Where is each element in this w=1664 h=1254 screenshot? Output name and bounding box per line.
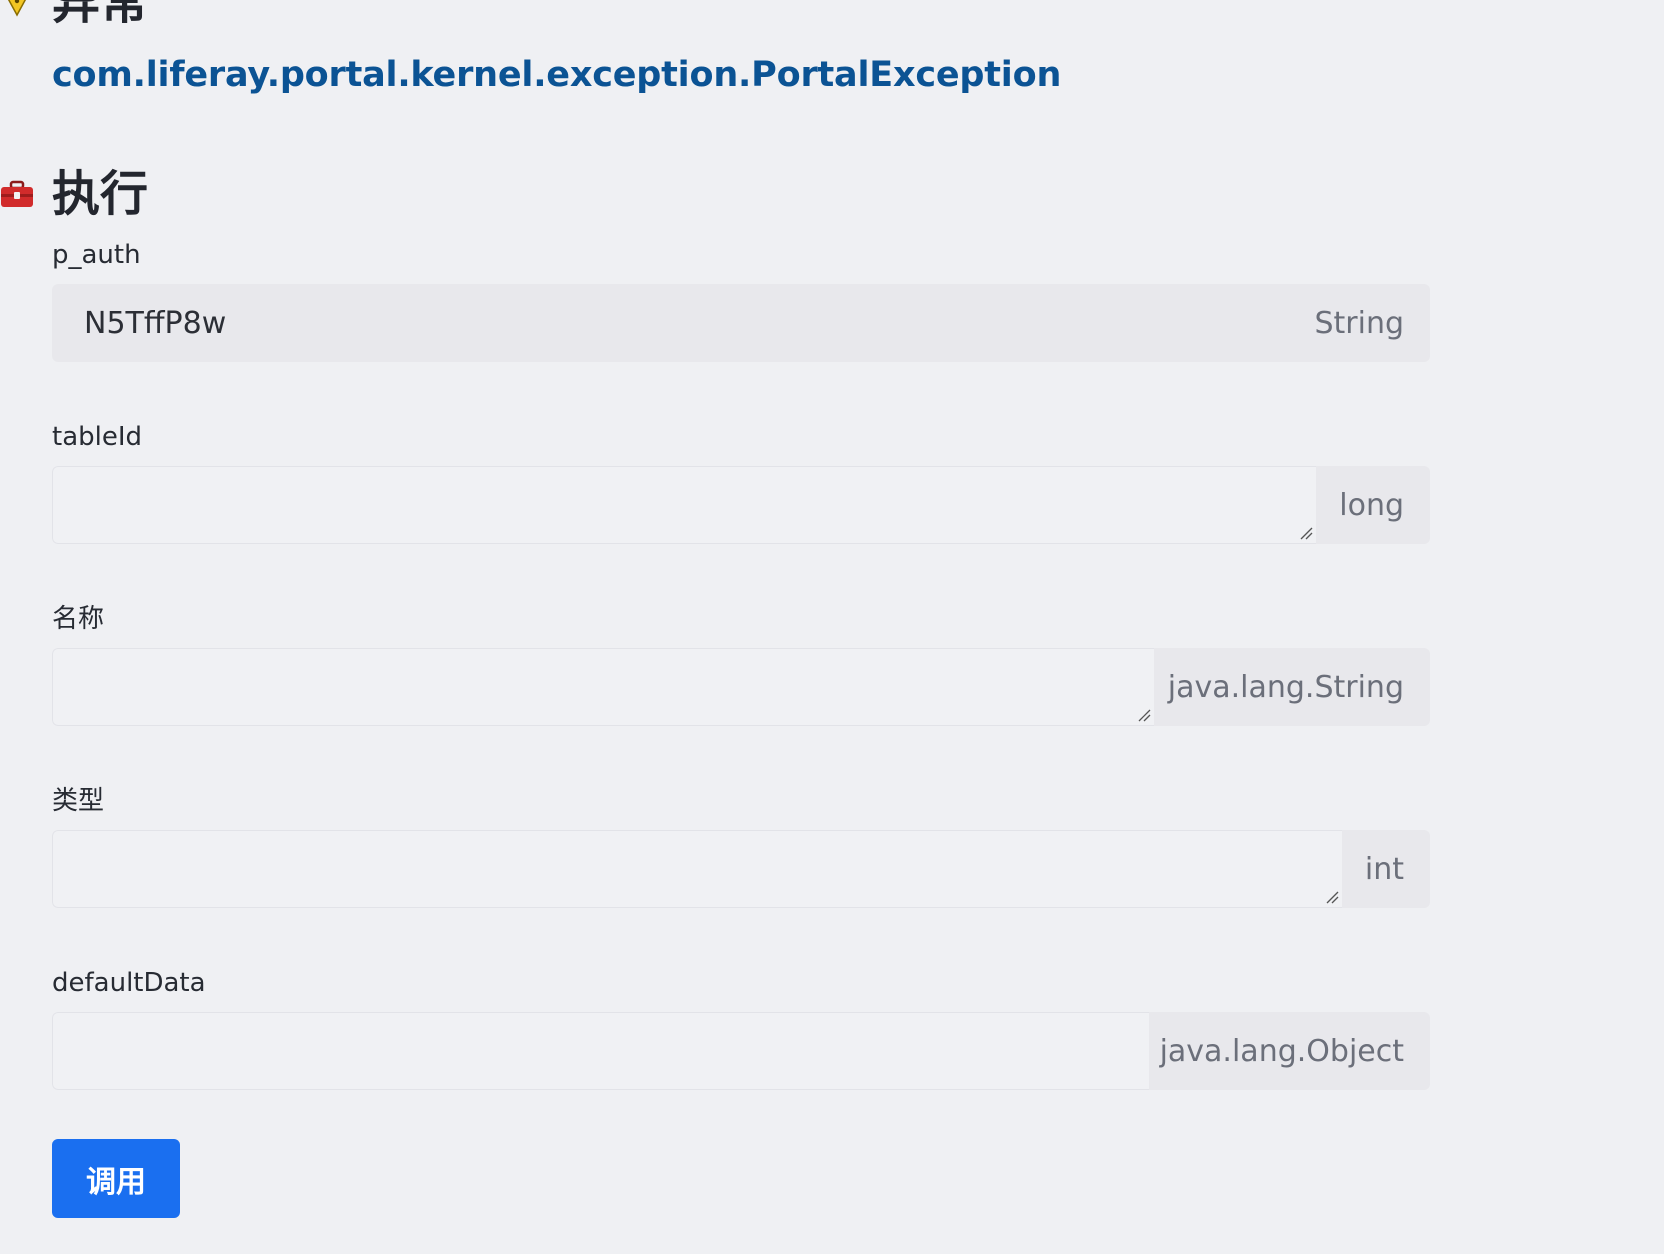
warning-icon: [0, 0, 34, 17]
type-label: 类型: [52, 786, 105, 816]
exception-section-header: 异常: [0, 0, 148, 26]
resize-handle-icon[interactable]: [1299, 526, 1313, 540]
table-id-field: tableId long: [52, 422, 1430, 544]
p-auth-input-group: N5TffP8w String: [52, 284, 1430, 362]
type-input-group: int: [52, 830, 1430, 908]
default-data-input[interactable]: [52, 1012, 1149, 1090]
invoke-button[interactable]: 调用: [52, 1139, 180, 1218]
execute-section-header: 执行: [0, 170, 148, 218]
api-invoke-page: 异常 com.liferay.portal.kernel.exception.P…: [0, 0, 1664, 1254]
name-label: 名称: [52, 604, 105, 634]
type-textarea[interactable]: [52, 830, 1342, 908]
type-type-addon: int: [1342, 830, 1430, 908]
type-field: 类型 int: [52, 786, 1430, 908]
resize-handle-icon[interactable]: [1325, 890, 1339, 904]
default-data-label: defaultData: [52, 968, 206, 998]
table-id-textarea[interactable]: [52, 466, 1316, 544]
name-type-addon: java.lang.String: [1154, 648, 1430, 726]
default-data-type-addon: java.lang.Object: [1149, 1012, 1430, 1090]
exception-class-link[interactable]: com.liferay.portal.kernel.exception.Port…: [52, 55, 1061, 95]
name-textarea[interactable]: [52, 648, 1154, 726]
table-id-type-addon: long: [1316, 466, 1430, 544]
p-auth-field: p_auth N5TffP8w String: [52, 240, 1430, 362]
execute-heading: 执行: [52, 166, 149, 222]
p-auth-type-addon: String: [1280, 284, 1430, 362]
name-field: 名称 java.lang.String: [52, 604, 1430, 726]
resize-handle-icon[interactable]: [1137, 708, 1151, 722]
p-auth-input[interactable]: N5TffP8w: [52, 284, 1280, 362]
toolbox-icon: [0, 179, 34, 209]
default-data-field: defaultData java.lang.Object: [52, 968, 1430, 1090]
default-data-input-group: java.lang.Object: [52, 1012, 1430, 1090]
name-input-group: java.lang.String: [52, 648, 1430, 726]
table-id-input-group: long: [52, 466, 1430, 544]
table-id-label: tableId: [52, 422, 143, 452]
exception-heading: 异常: [52, 0, 149, 30]
p-auth-label: p_auth: [52, 240, 141, 270]
